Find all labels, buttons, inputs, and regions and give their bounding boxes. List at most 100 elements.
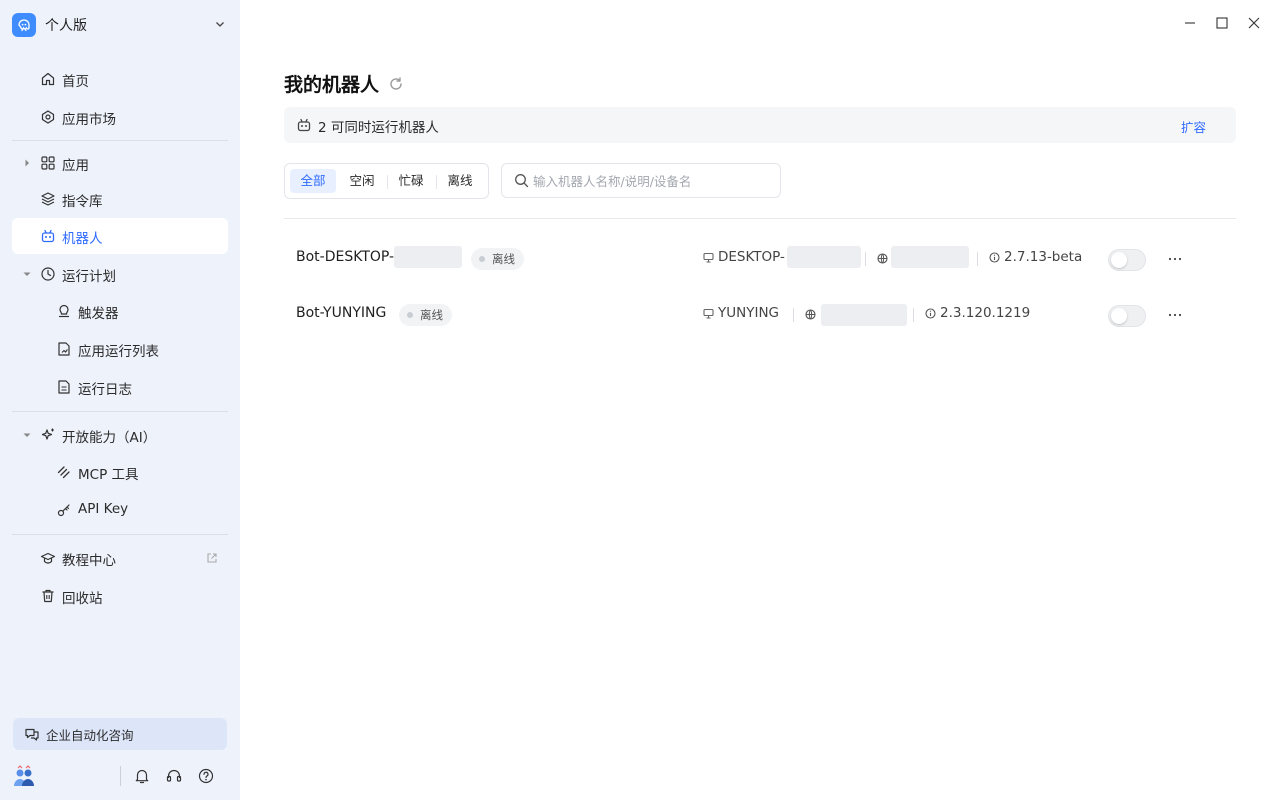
device-name: DESKTOP- bbox=[718, 249, 785, 265]
status-dot bbox=[407, 312, 413, 318]
sidebar-item-apps[interactable]: 应用 bbox=[12, 145, 228, 181]
sidebar-item-label: 应用 bbox=[62, 158, 89, 174]
status-dot bbox=[479, 256, 485, 262]
sidebar-item-label: 运行日志 bbox=[78, 382, 132, 398]
sidebar-item-label: MCP 工具 bbox=[78, 467, 139, 483]
status-badge: 离线 bbox=[399, 304, 452, 326]
sidebar-item-label: 应用运行列表 bbox=[78, 344, 159, 360]
minimize-icon[interactable] bbox=[1181, 14, 1199, 32]
sidebar-item-schedule[interactable]: 运行计划 bbox=[12, 256, 228, 292]
tab-offline[interactable]: 离线 bbox=[438, 169, 482, 193]
external-link-icon bbox=[206, 552, 218, 564]
toggle-knob bbox=[1111, 252, 1127, 268]
close-icon[interactable] bbox=[1245, 14, 1263, 32]
sidebar-item-commands[interactable]: 指令库 bbox=[12, 181, 228, 217]
app-logo-icon bbox=[12, 13, 36, 37]
sidebar-item-label: 应用市场 bbox=[62, 112, 116, 128]
headset-icon[interactable] bbox=[165, 767, 183, 785]
caret-down-icon bbox=[22, 269, 32, 279]
sidebar-item-home[interactable]: 首页 bbox=[12, 61, 228, 97]
version-text: 2.3.120.1219 bbox=[940, 305, 1031, 321]
workspace-name: 个人版 bbox=[45, 18, 87, 34]
device-name: YUNYING bbox=[718, 305, 780, 321]
monitor-icon bbox=[703, 252, 714, 263]
toggle-knob bbox=[1111, 308, 1127, 324]
monitor-icon bbox=[703, 308, 714, 319]
version-text: 2.7.13-beta bbox=[1004, 249, 1083, 265]
tab-busy[interactable]: 忙碌 bbox=[389, 169, 433, 193]
layers-icon bbox=[40, 191, 56, 207]
redacted-block bbox=[787, 246, 861, 268]
caret-down-icon bbox=[22, 430, 32, 440]
mcp-icon bbox=[56, 464, 72, 480]
home-icon bbox=[40, 71, 56, 87]
redacted-block bbox=[821, 304, 907, 326]
sidebar-item-tutorial[interactable]: 教程中心 bbox=[12, 540, 228, 576]
sidebar-item-open-ability[interactable]: 开放能力（AI） bbox=[12, 417, 228, 453]
sidebar-item-recycle[interactable]: 回收站 bbox=[12, 578, 228, 614]
consult-label: 企业自动化咨询 bbox=[46, 727, 134, 743]
divider bbox=[913, 308, 914, 322]
sidebar-item-api-key[interactable]: API Key bbox=[12, 492, 228, 528]
robot-icon bbox=[296, 117, 312, 133]
more-icon[interactable] bbox=[1166, 305, 1184, 325]
capacity-text: 2 可同时运行机器人 bbox=[318, 120, 439, 136]
bell-icon[interactable] bbox=[133, 767, 151, 785]
sidebar: 个人版 首页 应用市场 应用 指令库 机器人 运行计划 触发器 应用运行列表 运… bbox=[0, 0, 240, 800]
sidebar-item-app-run-list[interactable]: 应用运行列表 bbox=[12, 331, 228, 367]
status-filter: 全部 空闲 忙碌 离线 bbox=[284, 163, 489, 199]
sidebar-item-label: API Key bbox=[78, 501, 129, 517]
help-icon[interactable] bbox=[197, 767, 215, 785]
table-row[interactable]: Bot-YUNYING 离线 YUNYING 2.3.120.1219 bbox=[284, 293, 1236, 337]
log-icon bbox=[56, 379, 72, 395]
sidebar-item-label: 指令库 bbox=[62, 194, 103, 210]
bot-toggle[interactable] bbox=[1108, 305, 1146, 327]
sidebar-item-label: 触发器 bbox=[78, 306, 119, 322]
sidebar-item-robots[interactable]: 机器人 bbox=[12, 218, 228, 254]
market-icon bbox=[40, 109, 56, 125]
sidebar-item-market[interactable]: 应用市场 bbox=[12, 99, 228, 135]
expand-capacity-link[interactable]: 扩容 bbox=[1181, 117, 1206, 136]
version-info: 2.7.13-beta bbox=[989, 249, 1082, 265]
caret-right-icon bbox=[22, 158, 32, 168]
workspace-switcher[interactable]: 个人版 bbox=[12, 12, 228, 38]
enterprise-consult-button[interactable]: 企业自动化咨询 bbox=[13, 718, 227, 750]
tab-all[interactable]: 全部 bbox=[290, 169, 336, 193]
redacted-block bbox=[891, 246, 969, 268]
info-icon bbox=[989, 251, 1000, 263]
sidebar-item-mcp[interactable]: MCP 工具 bbox=[12, 454, 228, 490]
search-box bbox=[501, 163, 781, 198]
divider bbox=[436, 175, 437, 189]
page-title: 我的机器人 bbox=[284, 74, 380, 96]
avatar[interactable] bbox=[12, 764, 36, 788]
divider bbox=[977, 252, 978, 266]
sparkle-icon bbox=[40, 427, 56, 443]
ip-info bbox=[805, 309, 820, 320]
bot-toggle[interactable] bbox=[1108, 249, 1146, 271]
divider bbox=[120, 766, 121, 786]
sidebar-item-label: 教程中心 bbox=[62, 553, 116, 569]
tab-idle[interactable]: 空闲 bbox=[340, 169, 384, 193]
divider bbox=[284, 218, 1236, 219]
trigger-icon bbox=[56, 303, 72, 319]
ip-info bbox=[877, 253, 892, 264]
clock-icon bbox=[40, 266, 56, 282]
refresh-icon[interactable] bbox=[388, 76, 404, 92]
sidebar-item-run-log[interactable]: 运行日志 bbox=[12, 369, 228, 405]
globe-icon bbox=[805, 309, 816, 320]
maximize-icon[interactable] bbox=[1213, 14, 1231, 32]
divider bbox=[387, 175, 388, 189]
sidebar-item-label: 开放能力（AI） bbox=[62, 430, 157, 446]
key-icon bbox=[56, 502, 72, 518]
device-info: DESKTOP- bbox=[703, 249, 785, 265]
bot-name: Bot-DESKTOP- bbox=[296, 249, 395, 265]
table-row[interactable]: Bot-DESKTOP- 离线 DESKTOP- 2.7.13-beta bbox=[284, 237, 1236, 281]
search-input[interactable] bbox=[533, 170, 773, 192]
status-badge: 离线 bbox=[471, 248, 524, 270]
more-icon[interactable] bbox=[1166, 249, 1184, 269]
sidebar-item-label: 回收站 bbox=[62, 591, 103, 607]
capacity-banner: 2 可同时运行机器人 扩容 bbox=[284, 107, 1236, 143]
sidebar-item-trigger[interactable]: 触发器 bbox=[12, 293, 228, 329]
status-text: 离线 bbox=[492, 252, 515, 266]
graduation-icon bbox=[40, 550, 56, 566]
